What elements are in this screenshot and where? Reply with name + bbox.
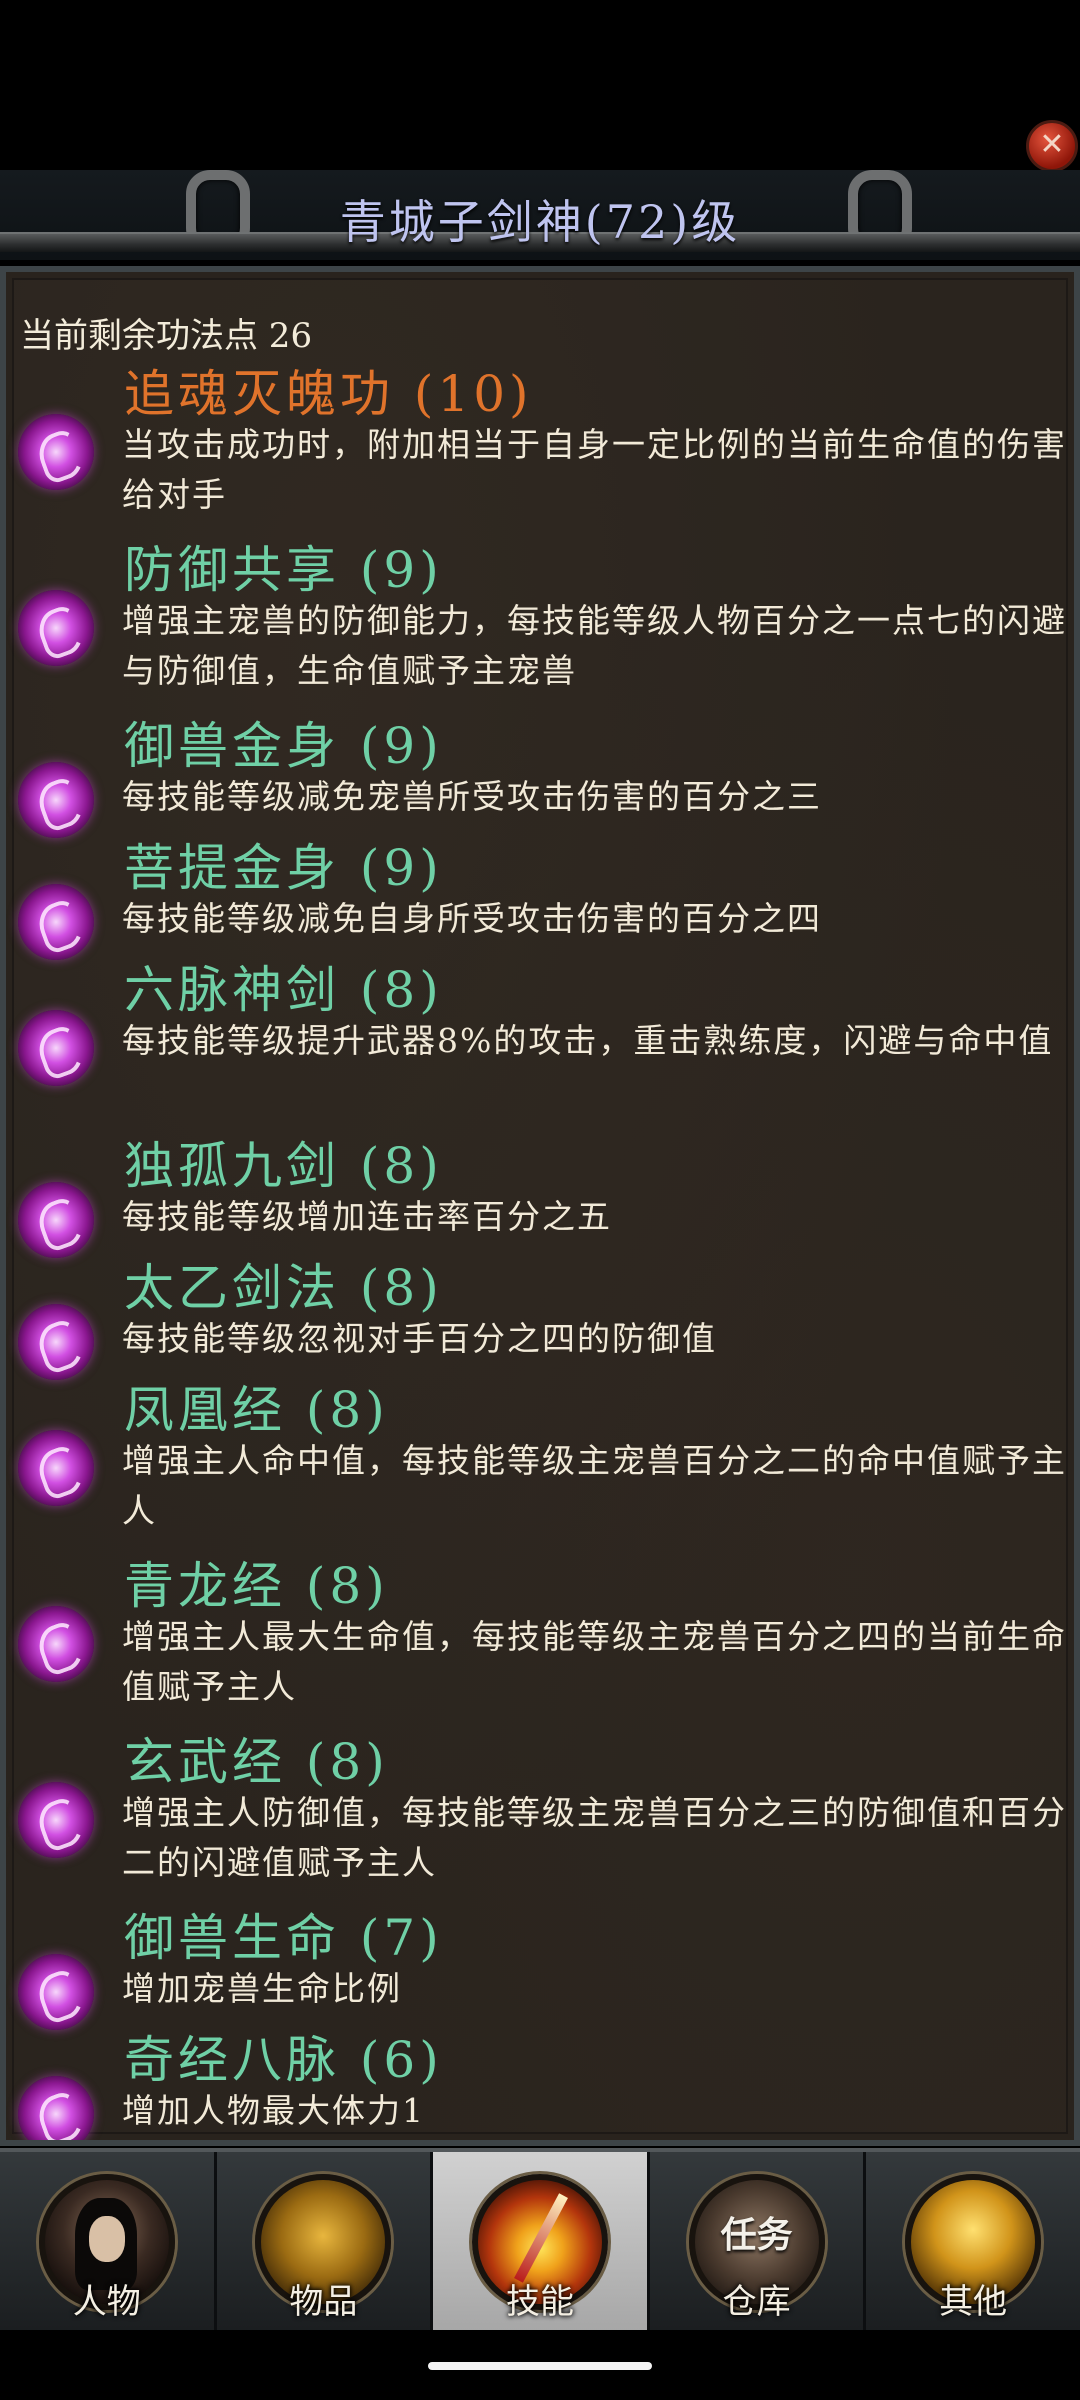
skill-name: 菩提金身 (9) [124,839,443,897]
home-indicator[interactable] [428,2362,652,2370]
task-badge: 任务 [720,2215,793,2256]
skill-description: 每技能等级增加连击率百分之五 [122,1197,612,1236]
skill-name: 御兽生命 (7) [124,1909,443,1967]
window-title: 青城子剑神(72)级 [339,195,741,249]
skill-description: 增加宠兽生命比例 [122,1969,402,2008]
skill-name: 奇经八脉 (6) [124,2031,443,2089]
skill-description: 增强主人防御值，每技能等级主宠兽百分之三的防御值和百分二的闪避值赋予主人 [122,1793,1067,1882]
skill-name: 御兽金身 (9) [124,717,443,775]
skill-description: 增加人物最大体力1 [122,2091,425,2130]
tab-label: 物品 [289,2282,358,2322]
tab-label: 技能 [505,2282,574,2322]
skill-description: 每技能等级减免宠兽所受攻击伤害的百分之三 [122,777,822,816]
tab-character[interactable]: 人物 [0,2152,217,2330]
bottom-tab-bar: 人物 物品 技能 任务 仓库 其他 [0,2148,1080,2330]
skill-orb-icon [18,1304,94,1380]
skill-orb-icon [18,590,94,666]
skill-name: 追魂灭魄功 (10) [124,365,533,423]
skill-orb-icon [18,1010,94,1086]
skill-description: 增强主人命中值，每技能等级主宠兽百分之二的命中值赋予主人 [122,1441,1067,1530]
close-button[interactable]: ✕ [1026,120,1078,172]
skill-description: 每技能等级提升武器8%的攻击，重击熟练度，闪避与命中值 [122,1021,1054,1060]
skill-orb-icon [18,1430,94,1506]
tab-items[interactable]: 物品 [217,2152,434,2330]
skill-orb-icon [18,762,94,838]
tab-label: 仓库 [722,2282,791,2322]
skill-orb-icon [18,1606,94,1682]
skill-orb-icon [18,2076,94,2140]
skill-name: 玄武经 (8) [124,1733,389,1791]
tab-warehouse[interactable]: 任务 仓库 [650,2152,867,2330]
skill-description: 增强主人最大生命值，每技能等级主宠兽百分之四的当前生命值赋予主人 [122,1617,1067,1706]
tab-label: 其他 [939,2282,1008,2322]
skill-description: 当攻击成功时，附加相当于自身一定比例的当前生命值的伤害给对手 [122,425,1067,514]
skill-description: 每技能等级减免自身所受攻击伤害的百分之四 [122,899,822,938]
skill-name: 独孤九剑 (8) [124,1137,443,1195]
skill-name: 青龙经 (8) [124,1557,389,1615]
skill-orb-icon [18,414,94,490]
tab-skills[interactable]: 技能 [433,2152,650,2330]
skill-orb-icon [18,1182,94,1258]
skill-orb-icon [18,1782,94,1858]
remaining-points-label: 当前剩余功法点 26 [20,316,313,356]
skill-name: 六脉神剑 (8) [124,961,443,1019]
skill-name: 凤凰经 (8) [124,1381,389,1439]
skill-name: 太乙剑法 (8) [124,1259,443,1317]
close-icon: ✕ [1039,127,1065,162]
skill-orb-icon [18,884,94,960]
tab-other[interactable]: 其他 [866,2152,1080,2330]
skill-description: 每技能等级忽视对手百分之四的防御值 [122,1319,717,1358]
skill-panel-inner[interactable]: 当前剩余功法点 26 追魂灭魄功 (10) 当攻击成功时，附加相当于自身一定比例… [12,278,1068,2140]
skill-description: 增强主宠兽的防御能力，每技能等级人物百分之一点七的闪避与防御值，生命值赋予主宠兽 [122,601,1067,690]
skill-panel: 当前剩余功法点 26 追魂灭魄功 (10) 当攻击成功时，附加相当于自身一定比例… [0,266,1080,2146]
skill-orb-icon [18,1954,94,2030]
skill-name: 防御共享 (9) [124,541,443,599]
tab-label: 人物 [72,2282,141,2322]
